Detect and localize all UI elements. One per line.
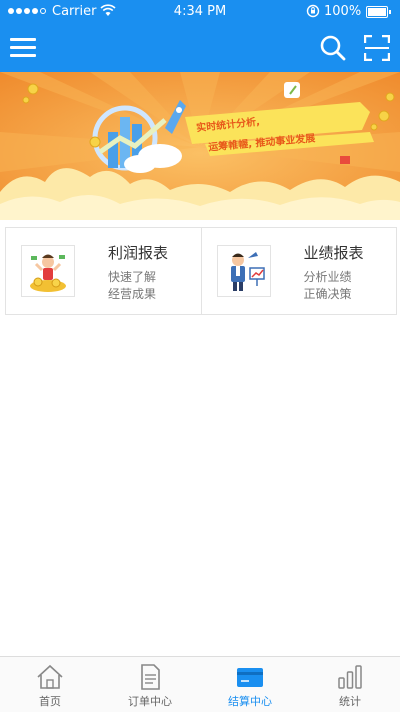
battery-percentage: 100%: [324, 4, 362, 19]
card-icon: [237, 668, 263, 687]
tab-home[interactable]: 首页: [0, 657, 100, 712]
tab-order-center[interactable]: 订单中心: [100, 657, 200, 712]
performance-report-desc-2: 正确决策: [303, 287, 352, 301]
search-icon[interactable]: [319, 34, 347, 62]
banner-illustration: [0, 72, 400, 220]
businessman-chart-icon: [216, 245, 271, 297]
profit-report-desc-1: 快速了解: [108, 270, 157, 284]
performance-report-title: 业绩报表: [303, 244, 364, 262]
document-icon: [141, 664, 160, 690]
bar-chart-icon: [338, 665, 362, 689]
menu-icon[interactable]: [10, 38, 36, 58]
tab-order-center-label: 订单中心: [128, 695, 172, 708]
battery-icon: [366, 6, 391, 18]
profit-report-desc-2: 经营成果: [108, 287, 157, 301]
profit-report-card[interactable]: 利润报表 快速了解 经营成果: [6, 228, 201, 314]
tab-statistics-label: 统计: [339, 695, 361, 708]
tab-statistics[interactable]: 统计: [300, 657, 400, 712]
scan-icon[interactable]: [364, 35, 390, 61]
tab-settlement-center-label: 结算中心: [228, 695, 272, 708]
promo-banner[interactable]: 实时统计分析, 运筹帷幄, 推动事业发展: [0, 72, 400, 220]
tab-home-label: 首页: [39, 695, 61, 708]
navigation-bar: [0, 24, 400, 72]
money-pile-icon: [21, 245, 75, 297]
status-bar: Carrier 4:34 PM 100%: [0, 0, 400, 24]
profit-report-title: 利润报表: [108, 244, 169, 262]
performance-report-card[interactable]: 业绩报表 分析业绩 正确决策: [200, 228, 397, 314]
bottom-tab-bar: 首页 订单中心 结算中心 统计: [0, 656, 400, 712]
home-icon: [37, 664, 63, 689]
tab-settlement-center[interactable]: 结算中心: [200, 657, 300, 712]
performance-report-desc-1: 分析业绩: [303, 270, 352, 284]
orientation-lock-icon: [306, 4, 320, 18]
report-cards: 利润报表 快速了解 经营成果 业绩报表 分析业绩 正确决策: [5, 227, 397, 315]
